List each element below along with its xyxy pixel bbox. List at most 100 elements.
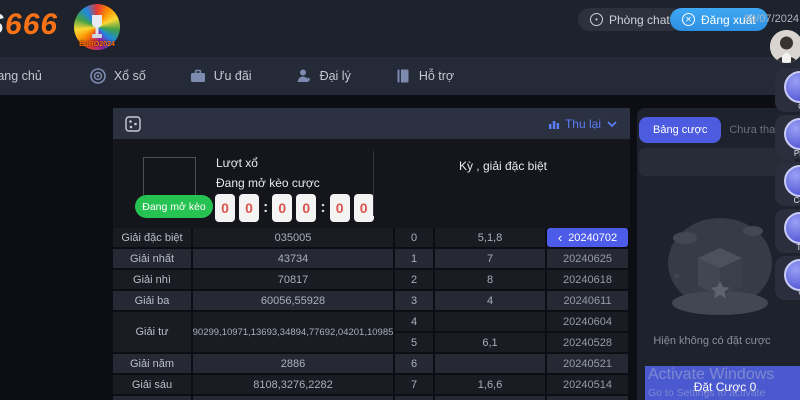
prize-value: 035005 <box>193 228 393 247</box>
vip-icon <box>784 259 800 291</box>
chat-room-icon <box>784 118 800 150</box>
countdown-digit: 0 <box>330 194 350 222</box>
draw-date[interactable]: 20240611 <box>547 291 628 310</box>
draw-value: 5,1,8 <box>435 228 545 247</box>
trophy-icon <box>88 14 106 40</box>
logo-text-orange: 666 <box>5 8 58 41</box>
nav-item-ho-tro[interactable]: Hỗ trợ <box>395 68 454 84</box>
prize-label: Giải nhì <box>113 270 191 289</box>
prize-value: 43734 <box>193 249 393 268</box>
draw-date[interactable]: 20240625 <box>547 249 628 268</box>
nav-item-xo-so[interactable]: Xổ số <box>90 68 146 84</box>
prize-value: 2886 <box>193 354 393 373</box>
support-icon <box>784 71 800 103</box>
countdown-digit: 0 <box>354 194 374 222</box>
draw-value <box>435 396 545 400</box>
tab-bang-cuoc[interactable]: Bảng cược <box>639 117 721 143</box>
draw-index: 5 <box>395 333 433 352</box>
main-nav: Trang chủ Xổ số Ưu đãi Đại lý Hỗ trợ <box>0 57 800 95</box>
prize-value: 70817 <box>193 270 393 289</box>
side-button-cskh[interactable]: C <box>775 68 800 112</box>
chart-icon <box>548 118 560 130</box>
logout-icon: ✕ <box>682 13 695 26</box>
colon: : <box>320 199 325 217</box>
lottery-page: S666 EURO2024 • Phòng chat ✕ Đăng xuất 0… <box>0 0 800 400</box>
draw-value: 7 <box>435 249 545 268</box>
divider <box>373 151 374 216</box>
countdown-digit: 0 <box>215 194 235 222</box>
draw-value: 8 <box>435 270 545 289</box>
draw-date[interactable]: 20240604 <box>547 312 628 331</box>
collapse-label: Thu lại <box>565 117 601 131</box>
draw-index: 2 <box>395 270 433 289</box>
prize-label: Giải đặc biệt <box>113 228 191 247</box>
countdown-digit: 0 <box>239 194 259 222</box>
results-table: Giải đặc biệt 035005 0 5,1,8 ‹ 20240702 G… <box>113 228 630 400</box>
side-button-cong-dong[interactable]: Cộn <box>775 162 800 206</box>
prize-value: 8108,3276,2282 <box>193 375 393 394</box>
draw-value: 1,6,6 <box>435 375 545 394</box>
nav-uu-dai-label: Ưu đãi <box>214 69 252 83</box>
open-round-badge: Đang mở kèo <box>135 195 213 218</box>
briefcase-icon <box>190 68 206 84</box>
prize-label: Giải tư <box>113 312 191 352</box>
agent-person-icon <box>296 68 312 84</box>
nav-dai-ly-label: Đại lý <box>320 69 351 83</box>
empty-state-illustration <box>665 203 775 328</box>
prize-label: Giải ba <box>113 291 191 310</box>
place-bet-button[interactable]: Đặt Cược 0 <box>645 366 800 400</box>
avatar-image <box>770 30 800 63</box>
draw-value <box>435 312 545 331</box>
euro2024-badge: EURO2024 <box>74 4 120 50</box>
collapse-toggle[interactable]: Thu lại <box>548 117 618 131</box>
prize-value <box>193 396 393 400</box>
prize-label: Giải bảy <box>113 396 191 400</box>
draw-index: 1 <box>395 249 433 268</box>
side-label: Phò <box>775 149 800 158</box>
draw-index <box>395 396 433 400</box>
nav-item-uu-dai[interactable]: Ưu đãi <box>190 68 252 84</box>
chat-room-button[interactable]: • Phòng chat <box>578 8 682 31</box>
nav-item-dai-ly[interactable]: Đại lý <box>296 68 351 84</box>
period-header: Kỳ , giải đặc biệt <box>393 159 613 173</box>
draw-date[interactable] <box>547 396 628 400</box>
top-header: S666 EURO2024 • Phòng chat ✕ Đăng xuất 0… <box>0 0 800 57</box>
site-logo[interactable]: S666 <box>0 8 58 42</box>
side-button-vip[interactable]: V <box>775 256 800 300</box>
draw-date[interactable]: 20240528 <box>547 333 628 352</box>
prize-label: Giải nhất <box>113 249 191 268</box>
chevron-left-icon: ‹ <box>558 231 562 244</box>
side-label: Cộn <box>775 196 800 205</box>
community-icon <box>784 165 800 197</box>
side-button-phong-chat[interactable]: Phò <box>775 115 800 159</box>
side-label: Tả <box>775 243 800 252</box>
chevron-down-icon <box>606 118 618 130</box>
colon: : <box>263 199 268 217</box>
user-avatar[interactable] <box>770 30 800 63</box>
draw-index: 7 <box>395 375 433 394</box>
draw-date[interactable]: 20240618 <box>547 270 628 289</box>
euro-badge-label: EURO2024 <box>74 41 120 48</box>
prize-value: 90299,10971,13693,34894,77692,04201,1098… <box>193 312 393 352</box>
result-placeholder-box <box>143 157 196 197</box>
prize-label: Giải sáu <box>113 375 191 394</box>
download-icon <box>784 212 800 244</box>
nav-ho-tro-label: Hỗ trợ <box>419 69 454 83</box>
countdown-digit: 0 <box>296 194 316 222</box>
bet-summary-box <box>639 148 795 176</box>
draw-index: 3 <box>395 291 433 310</box>
book-icon <box>395 68 411 84</box>
nav-item-trang-chu[interactable]: Trang chủ <box>0 69 42 83</box>
draw-date[interactable]: 20240521 <box>547 354 628 373</box>
round-line2: Đang mở kèo cược <box>216 176 320 190</box>
draw-index: 0 <box>395 228 433 247</box>
round-info-section: Đang mở kèo Lượt xổ Đang mở kèo cược 0 0… <box>113 139 630 228</box>
side-button-tai-app[interactable]: Tả <box>775 209 800 253</box>
results-panel-header: Thu lại <box>113 108 630 139</box>
nav-trang-chu-label: Trang chủ <box>0 69 42 83</box>
draw-date-label: 20240702 <box>568 232 617 244</box>
side-label: C <box>775 102 800 111</box>
draw-date-active[interactable]: ‹ 20240702 <box>547 228 628 247</box>
draw-date[interactable]: 20240514 <box>547 375 628 394</box>
draw-value <box>435 354 545 373</box>
